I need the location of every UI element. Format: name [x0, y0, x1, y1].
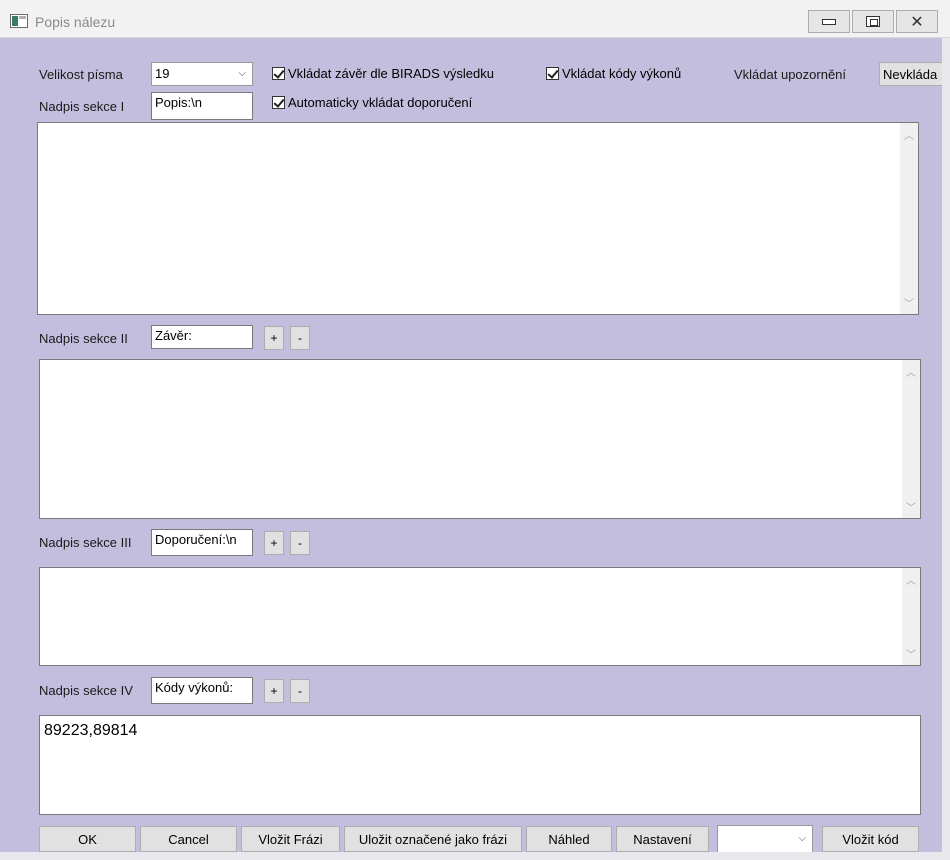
chevron-down-icon: ⌵	[238, 68, 246, 79]
maximize-button[interactable]	[852, 10, 894, 33]
section-1-title-input[interactable]: Popis:\n	[151, 92, 253, 120]
section-2-add-button[interactable]: +	[264, 326, 284, 350]
birads-label: Vkládat závěr dle BIRADS výsledku	[288, 66, 494, 81]
birads-checkbox[interactable]: Vkládat závěr dle BIRADS výsledku	[272, 66, 494, 81]
close-icon: ✕	[910, 11, 924, 31]
scroll-down-icon[interactable]: ﹀	[906, 646, 916, 661]
minimize-icon	[822, 18, 836, 25]
section-2-remove-button[interactable]: -	[290, 326, 310, 350]
scroll-down-icon[interactable]: ﹀	[906, 499, 916, 514]
warning-select-button[interactable]: Nevkláda	[879, 62, 942, 86]
window-title: Popis nálezu	[35, 14, 116, 30]
code-select[interactable]: ⌵	[717, 825, 813, 853]
section-4-textarea[interactable]: 89223,89814	[39, 715, 921, 815]
ok-button[interactable]: OK	[39, 826, 136, 852]
settings-button[interactable]: Nastavení	[616, 826, 709, 852]
minimize-button[interactable]	[808, 10, 850, 33]
chevron-down-icon: ⌵	[798, 833, 806, 844]
insert-phrase-button[interactable]: Vložit Frázi	[241, 826, 340, 852]
section-1-textarea[interactable]: ︿ ﹀	[37, 122, 919, 315]
title-bar: Popis nálezu ✕	[0, 0, 950, 38]
save-selected-phrase-button[interactable]: Uložit označené jako frázi	[344, 826, 522, 852]
checkbox-checked-icon[interactable]	[546, 67, 559, 80]
section-4-remove-button[interactable]: -	[290, 679, 310, 703]
section-4-label: Nadpis sekce IV	[39, 683, 133, 698]
section-4-title-input[interactable]: Kódy výkonů:	[151, 677, 253, 704]
scroll-up-icon[interactable]: ︿	[906, 572, 916, 587]
checkbox-checked-icon[interactable]	[272, 67, 285, 80]
auto-recommend-checkbox[interactable]: Automaticky vkládat doporučení	[272, 95, 472, 110]
section-3-remove-button[interactable]: -	[290, 531, 310, 555]
codes-checkbox[interactable]: Vkládat kódy výkonů	[546, 66, 681, 81]
cancel-button[interactable]: Cancel	[140, 826, 237, 852]
section-3-title-input[interactable]: Doporučení:\n	[151, 529, 253, 556]
scrollbar[interactable]: ︿ ﹀	[900, 123, 918, 314]
font-size-select[interactable]: 19 ⌵	[151, 62, 253, 86]
warning-label: Vkládat upozornění	[734, 67, 847, 82]
auto-recommend-label: Automaticky vkládat doporučení	[288, 95, 473, 110]
section-4-add-button[interactable]: +	[264, 679, 284, 703]
section-3-textarea[interactable]: ︿ ﹀	[39, 567, 921, 666]
window-bottom-border	[0, 852, 950, 860]
scroll-up-icon[interactable]: ︿	[906, 364, 916, 379]
font-size-value: 19	[155, 66, 170, 81]
section-2-textarea[interactable]: ︿ ﹀	[39, 359, 921, 519]
scrollbar[interactable]: ︿ ﹀	[902, 360, 920, 518]
restore-icon	[866, 16, 880, 27]
section-4-content: 89223,89814	[44, 722, 138, 739]
close-button[interactable]: ✕	[896, 10, 938, 33]
window-right-border	[942, 38, 950, 860]
section-2-title-input[interactable]: Závěr:	[151, 325, 253, 349]
font-size-label: Velikost písma	[39, 67, 123, 82]
section-1-label: Nadpis sekce I	[39, 99, 125, 114]
checkbox-checked-icon[interactable]	[272, 96, 285, 109]
section-2-label: Nadpis sekce II	[39, 331, 128, 346]
preview-button[interactable]: Náhled	[526, 826, 612, 852]
insert-code-button[interactable]: Vložit kód	[822, 826, 919, 852]
section-3-add-button[interactable]: +	[264, 531, 284, 555]
scrollbar[interactable]: ︿ ﹀	[902, 568, 920, 665]
scroll-down-icon[interactable]: ﹀	[904, 295, 914, 310]
scroll-up-icon[interactable]: ︿	[904, 127, 914, 142]
section-3-label: Nadpis sekce III	[39, 535, 132, 550]
codes-label: Vkládat kódy výkonů	[562, 66, 682, 81]
app-icon	[10, 14, 28, 28]
